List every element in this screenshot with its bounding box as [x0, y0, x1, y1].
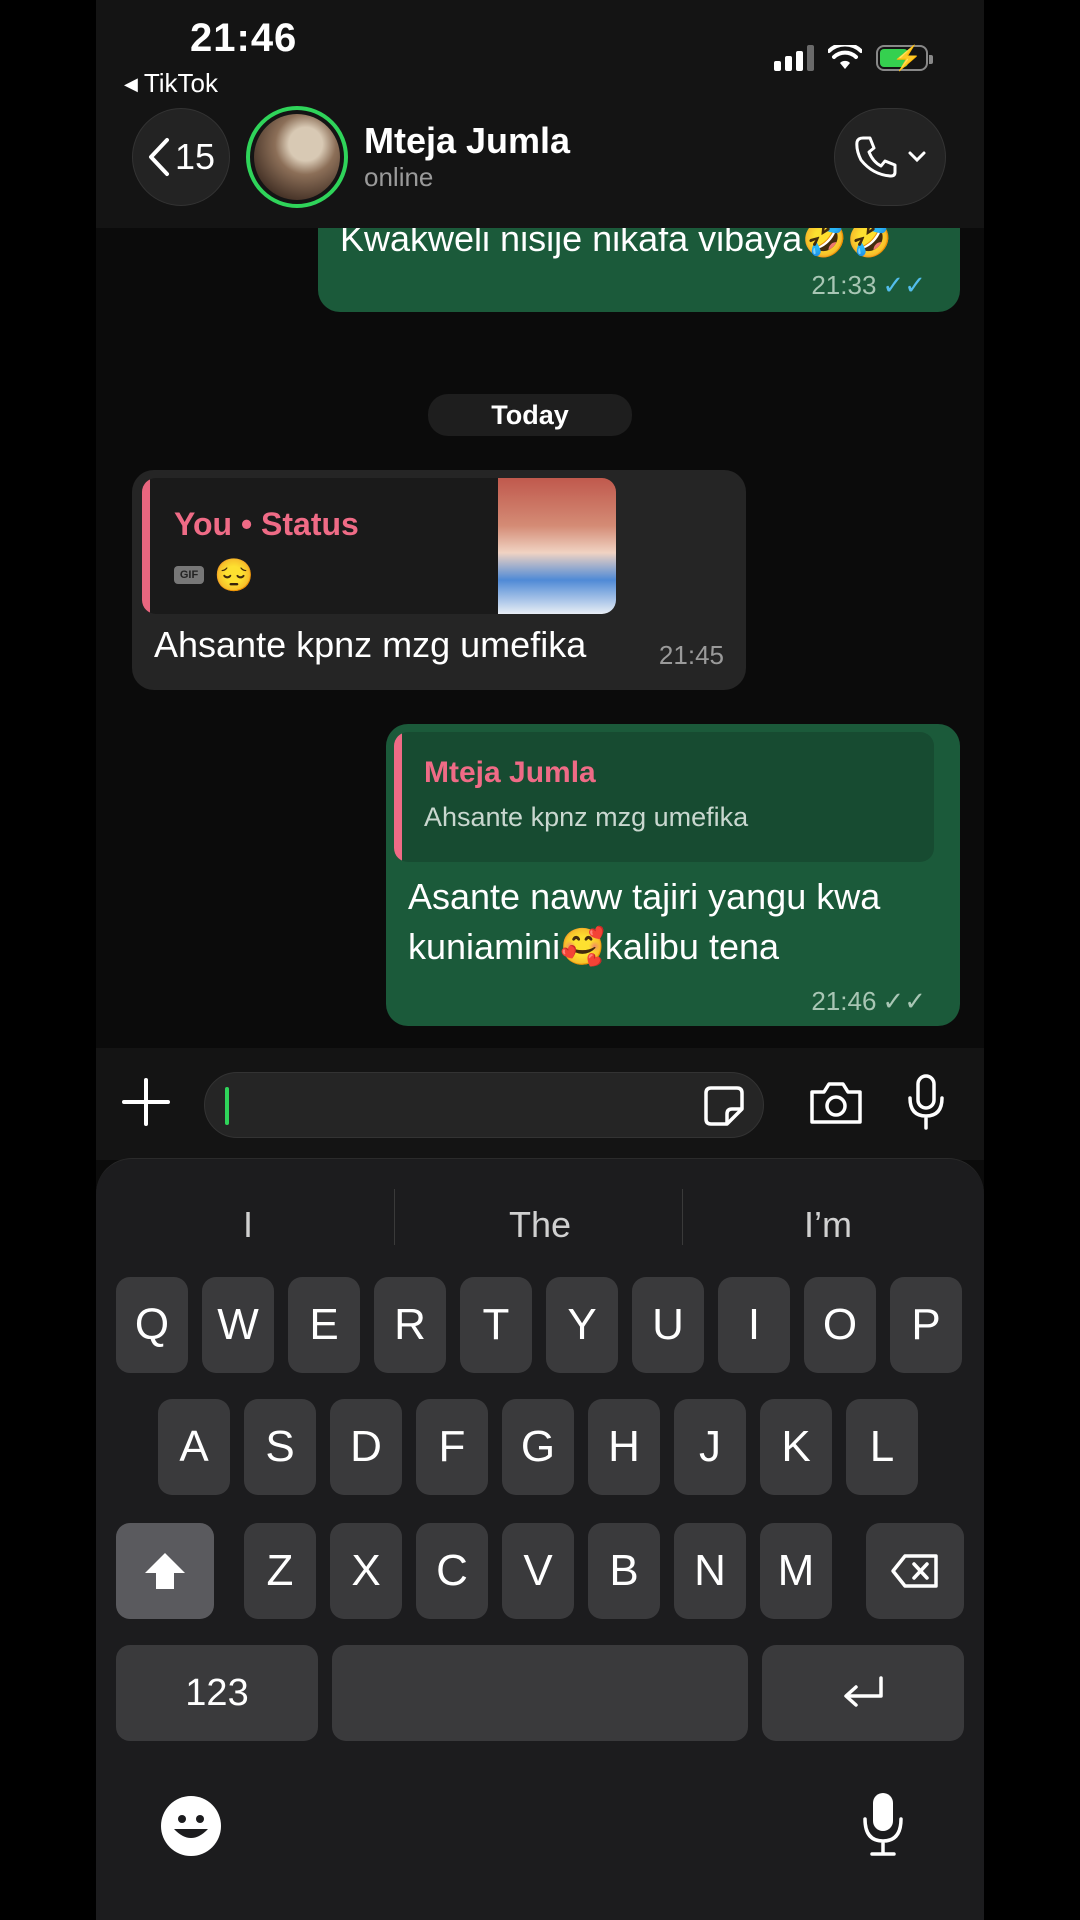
text-cursor [225, 1087, 229, 1125]
space-key[interactable] [332, 1645, 748, 1741]
camera-icon[interactable] [808, 1080, 864, 1126]
shift-key[interactable] [116, 1523, 214, 1619]
key-x[interactable]: X [330, 1523, 402, 1619]
key-n[interactable]: N [674, 1523, 746, 1619]
key-u[interactable]: U [632, 1277, 704, 1373]
key-t[interactable]: T [460, 1277, 532, 1373]
quote-bar [142, 478, 150, 614]
contact-status: online [364, 162, 434, 192]
read-ticks-icon: ✓✓ [882, 270, 926, 300]
battery-icon: ⚡ [876, 45, 933, 72]
back-app-label: TikTok [143, 68, 218, 98]
numbers-key[interactable]: 123 [116, 1645, 318, 1741]
key-r[interactable]: R [374, 1277, 446, 1373]
keyboard: I The I’m Q W E R T Y U I O P A S D F G … [96, 1158, 984, 1920]
key-w[interactable]: W [202, 1277, 274, 1373]
message-text-line1: Asante naww tajiri yangu kwa [408, 876, 881, 917]
shift-arrow-icon [145, 1553, 185, 1589]
gif-badge: GIF [174, 566, 204, 584]
message-time: 21:46 [811, 986, 877, 1016]
quote-bar [394, 732, 402, 862]
message-input-bar [96, 1048, 984, 1160]
message-outgoing[interactable]: Mteja Jumla Ahsante kpnz mzg umefika Asa… [386, 724, 960, 1026]
chat-messages[interactable]: Kwakweli nisije nikafa vibaya🤣🤣 21:33 ✓✓… [96, 168, 984, 1048]
suggestion-divider [682, 1189, 683, 1245]
message-text: Ahsante kpnz mzg umefika [154, 624, 587, 665]
quote-title: You • Status [174, 506, 359, 542]
plus-icon[interactable] [120, 1076, 172, 1128]
key-a[interactable]: A [158, 1399, 230, 1495]
key-h[interactable]: H [588, 1399, 660, 1495]
key-g[interactable]: G [502, 1399, 574, 1495]
pensive-emoji: 😔 [214, 557, 254, 593]
key-s[interactable]: S [244, 1399, 316, 1495]
backspace-icon [891, 1554, 938, 1588]
status-icons: ⚡ [774, 38, 933, 78]
sticker-icon[interactable] [703, 1085, 745, 1127]
message-time: 21:33 [811, 270, 877, 300]
key-m[interactable]: M [760, 1523, 832, 1619]
key-e[interactable]: E [288, 1277, 360, 1373]
back-triangle-icon: ◀ [124, 74, 138, 94]
quote-title: Mteja Jumla [424, 756, 596, 789]
key-d[interactable]: D [330, 1399, 402, 1495]
cellular-signal-icon [774, 45, 814, 71]
chevron-down-icon [908, 151, 926, 163]
key-l[interactable]: L [846, 1399, 918, 1495]
suggestion-divider [394, 1189, 395, 1245]
emoji-keyboard-icon[interactable] [160, 1795, 222, 1857]
chat-header: 21:46 ◀ TikTok ⚡ 15 Mteja Jumla online [96, 0, 984, 228]
key-p[interactable]: P [890, 1277, 962, 1373]
key-y[interactable]: Y [546, 1277, 618, 1373]
phone-screen: 21:46 ◀ TikTok ⚡ 15 Mteja Jumla online K… [96, 0, 984, 1920]
key-c[interactable]: C [416, 1523, 488, 1619]
status-time: 21:46 [190, 16, 298, 60]
quoted-status[interactable]: You • Status GIF 😔 [142, 478, 616, 614]
microphone-icon[interactable] [906, 1074, 946, 1130]
contact-name[interactable]: Mteja Jumla [364, 120, 570, 162]
date-separator: Today [428, 394, 632, 436]
quoted-message[interactable]: Mteja Jumla Ahsante kpnz mzg umefika [394, 732, 934, 862]
dictation-icon[interactable] [862, 1791, 904, 1857]
message-meta: 21:33 ✓✓ [811, 270, 926, 301]
wifi-icon [828, 45, 862, 69]
avatar-image [254, 114, 340, 200]
key-z[interactable]: Z [244, 1523, 316, 1619]
back-to-app-link[interactable]: ◀ TikTok [124, 68, 218, 99]
back-button[interactable]: 15 [132, 108, 230, 206]
call-button[interactable] [834, 108, 946, 206]
backspace-key[interactable] [866, 1523, 964, 1619]
suggestion-1[interactable]: I [104, 1195, 392, 1255]
return-key[interactable] [762, 1645, 964, 1741]
contact-avatar[interactable] [246, 106, 348, 208]
message-time: 21:45 [658, 640, 724, 670]
delivered-ticks-icon: ✓✓ [882, 986, 926, 1016]
key-i[interactable]: I [718, 1277, 790, 1373]
key-o[interactable]: O [804, 1277, 876, 1373]
message-text-line2: kuniamini🥰kalibu tena [408, 926, 780, 967]
chevron-left-icon [148, 138, 169, 176]
quote-text: Ahsante kpnz mzg umefika [424, 802, 749, 832]
return-icon [844, 1676, 883, 1707]
key-f[interactable]: F [416, 1399, 488, 1495]
message-input[interactable] [204, 1072, 764, 1138]
unread-count: 15 [174, 136, 216, 177]
key-j[interactable]: J [674, 1399, 746, 1495]
phone-icon [855, 136, 897, 178]
status-thumbnail [498, 478, 616, 614]
key-b[interactable]: B [588, 1523, 660, 1619]
key-k[interactable]: K [760, 1399, 832, 1495]
suggestion-3[interactable]: I’m [684, 1195, 972, 1255]
key-v[interactable]: V [502, 1523, 574, 1619]
message-incoming[interactable]: You • Status GIF 😔 Ahsante kpnz mzg umef… [132, 470, 746, 690]
message-meta: 21:46 ✓✓ [811, 986, 926, 1017]
suggestion-2[interactable]: The [396, 1195, 684, 1255]
key-q[interactable]: Q [116, 1277, 188, 1373]
